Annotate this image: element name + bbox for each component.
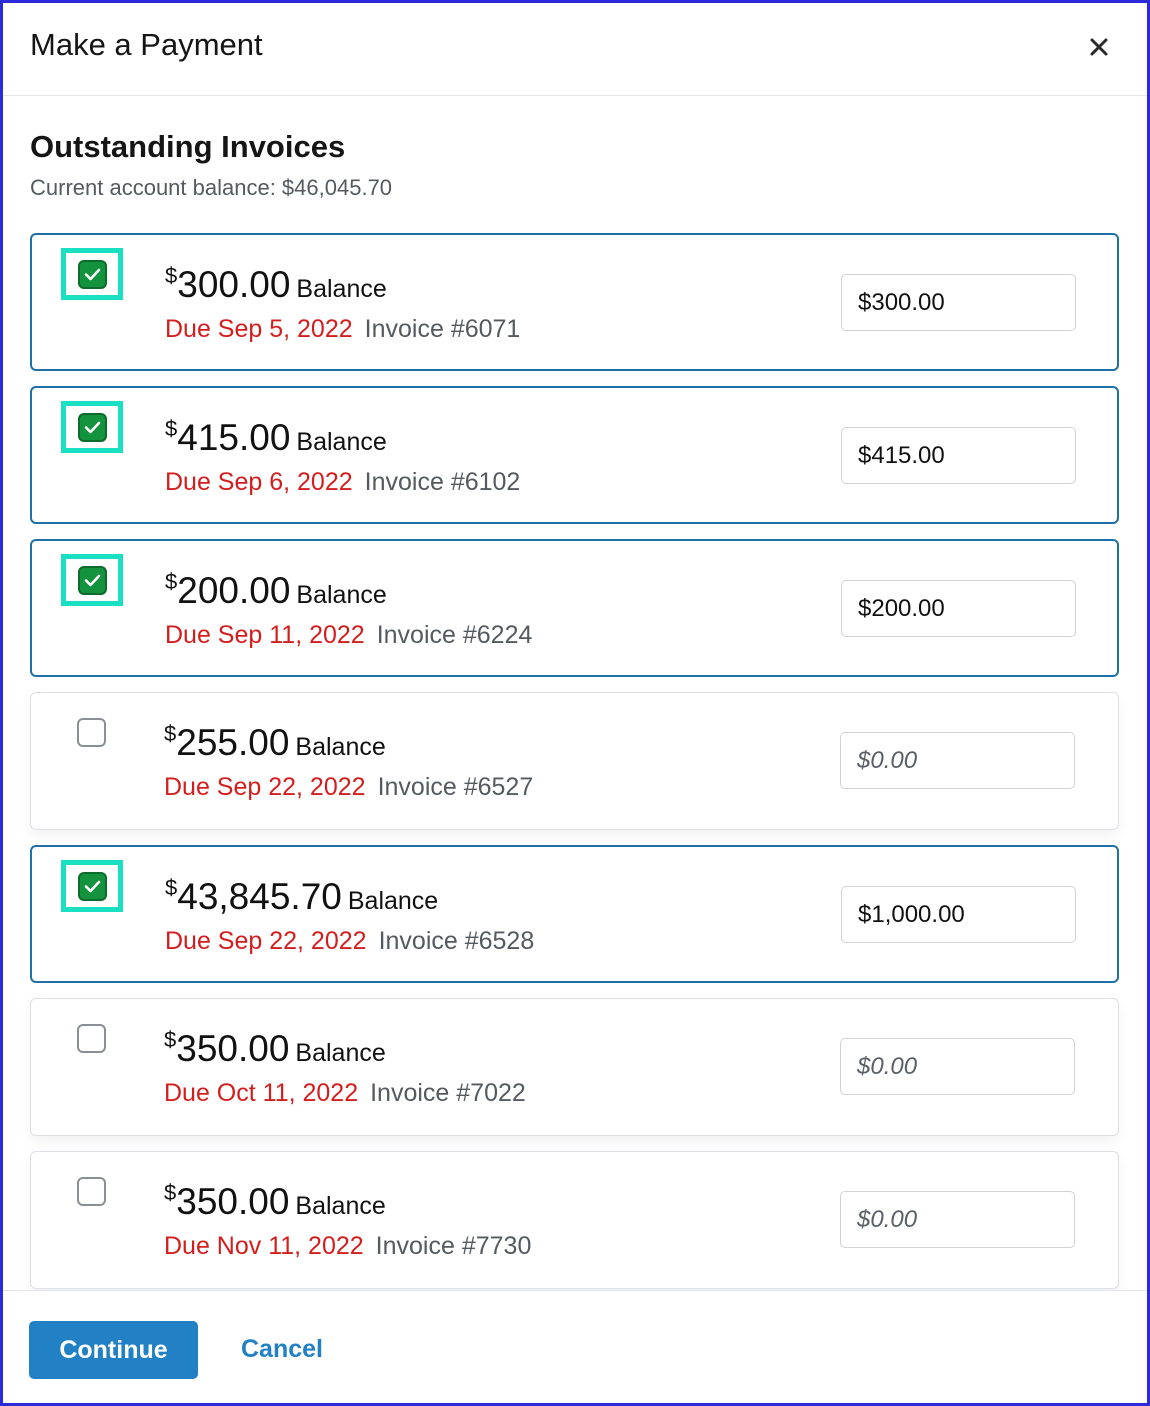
invoice-number: Invoice #7730 [375, 1232, 532, 1260]
invoice-checkbox[interactable] [60, 706, 122, 758]
balance-label: Balance [295, 1039, 386, 1067]
invoice-checkbox[interactable] [61, 860, 123, 912]
currency-symbol: $ [165, 569, 178, 594]
cancel-button[interactable]: Cancel [241, 1335, 323, 1364]
invoice-meta: Due Sep 5, 2022 Invoice #6071 [165, 315, 520, 344]
invoice-amount: $350.00 Balance [164, 1180, 386, 1223]
invoice-number: Invoice #6224 [376, 621, 533, 649]
payment-modal: Make a Payment Outstanding Invoices Curr… [0, 0, 1150, 1406]
amount-value: 43,845.70 [177, 876, 342, 917]
invoice-card: $43,845.70 Balance Due Sep 22, 2022 Invoic… [30, 845, 1119, 983]
invoice-checkbox[interactable] [61, 554, 123, 606]
amount-value: 255.00 [176, 722, 290, 763]
due-date: Due Oct 11, 2022 [164, 1079, 359, 1107]
invoice-amount: $300.00 Balance [165, 263, 387, 306]
invoice-amount: $415.00 Balance [165, 416, 387, 459]
amount-value: 350.00 [176, 1181, 290, 1222]
invoice-amount: $200.00 Balance [165, 569, 387, 612]
invoice-card: $300.00 Balance Due Sep 5, 2022 Invoice #6… [30, 233, 1119, 371]
currency-symbol: $ [165, 263, 178, 288]
checkmark-icon [84, 421, 100, 433]
invoice-amount: $350.00 Balance [164, 1027, 386, 1070]
checkbox-box [76, 1023, 106, 1053]
amount-value: 300.00 [177, 264, 291, 305]
checkbox-box [77, 565, 107, 595]
due-date: Due Sep 6, 2022 [165, 468, 353, 496]
due-date: Due Sep 22, 2022 [165, 927, 367, 955]
currency-symbol: $ [164, 1027, 177, 1052]
checkbox-box [77, 871, 107, 901]
continue-button[interactable]: Continue [29, 1321, 198, 1379]
payment-amount-input[interactable] [841, 427, 1076, 484]
payment-amount-input[interactable] [841, 580, 1076, 637]
invoice-amount: $43,845.70 Balance [165, 875, 438, 918]
invoice-meta: Due Sep 6, 2022 Invoice #6102 [165, 468, 520, 497]
currency-symbol: $ [165, 416, 178, 441]
balance-label: Balance [295, 1192, 386, 1220]
invoice-meta: Due Nov 11, 2022 Invoice #7730 [164, 1232, 531, 1261]
payment-amount-input[interactable] [840, 1191, 1075, 1248]
due-date: Due Sep 11, 2022 [165, 621, 365, 649]
invoice-card: $255.00 Balance Due Sep 22, 2022 Invoice #… [30, 692, 1119, 830]
due-date: Due Sep 5, 2022 [165, 315, 353, 343]
invoice-number: Invoice #6071 [364, 315, 521, 343]
balance-label: Balance [347, 887, 439, 915]
invoice-card: $415.00 Balance Due Sep 6, 2022 Invoice #6… [30, 386, 1119, 524]
checkmark-icon [84, 574, 100, 586]
currency-symbol: $ [165, 875, 178, 900]
modal-title: Make a Payment [30, 27, 263, 62]
invoice-card: $350.00 Balance Due Oct 11, 2022 Invoice #… [30, 998, 1119, 1136]
modal-header: Make a Payment [3, 3, 1147, 96]
invoice-amount: $255.00 Balance [164, 721, 386, 764]
balance-label: Balance [296, 428, 387, 456]
balance-label: Balance [296, 275, 387, 303]
invoice-number: Invoice #6102 [364, 468, 521, 496]
invoice-checkbox[interactable] [60, 1165, 122, 1217]
due-date: Due Nov 11, 2022 [164, 1232, 364, 1260]
invoice-number: Invoice #7022 [370, 1079, 526, 1107]
checkmark-icon [84, 880, 100, 892]
section-title: Outstanding Invoices [30, 129, 346, 164]
modal-footer: Continue Cancel [3, 1290, 1147, 1403]
invoice-checkbox[interactable] [60, 1012, 122, 1064]
amount-value: 350.00 [176, 1028, 290, 1069]
currency-symbol: $ [164, 1180, 177, 1205]
checkbox-box [76, 1176, 106, 1206]
invoice-number: Invoice #6527 [377, 773, 534, 801]
payment-amount-input[interactable] [840, 1038, 1075, 1095]
payment-amount-input[interactable] [840, 732, 1075, 789]
checkbox-box [76, 717, 106, 747]
payment-amount-input[interactable] [841, 886, 1076, 943]
account-balance: Current account balance: $46,045.70 [30, 175, 393, 200]
checkmark-icon [84, 268, 100, 280]
invoice-checkbox[interactable] [61, 401, 123, 453]
balance-label: Balance [295, 733, 386, 761]
checkbox-box [77, 412, 107, 442]
invoice-card: $200.00 Balance Due Sep 11, 2022 Invoice #… [30, 539, 1119, 677]
invoice-number: Invoice #6528 [378, 927, 535, 955]
payment-amount-input[interactable] [841, 274, 1076, 331]
balance-label: Balance [296, 581, 387, 609]
due-date: Due Sep 22, 2022 [164, 773, 366, 801]
invoice-meta: Due Oct 11, 2022 Invoice #7022 [164, 1079, 526, 1108]
amount-value: 415.00 [177, 417, 291, 458]
invoice-meta: Due Sep 11, 2022 Invoice #6224 [165, 621, 532, 650]
currency-symbol: $ [164, 721, 177, 746]
invoice-checkbox[interactable] [61, 248, 123, 300]
invoice-meta: Due Sep 22, 2022 Invoice #6527 [164, 773, 533, 802]
invoice-meta: Due Sep 22, 2022 Invoice #6528 [165, 927, 534, 956]
close-button[interactable] [1083, 31, 1115, 63]
amount-value: 200.00 [177, 570, 291, 611]
checkbox-box [77, 259, 107, 289]
close-icon [1090, 38, 1108, 56]
invoice-card: $350.00 Balance Due Nov 11, 2022 Invoice #… [30, 1151, 1119, 1289]
